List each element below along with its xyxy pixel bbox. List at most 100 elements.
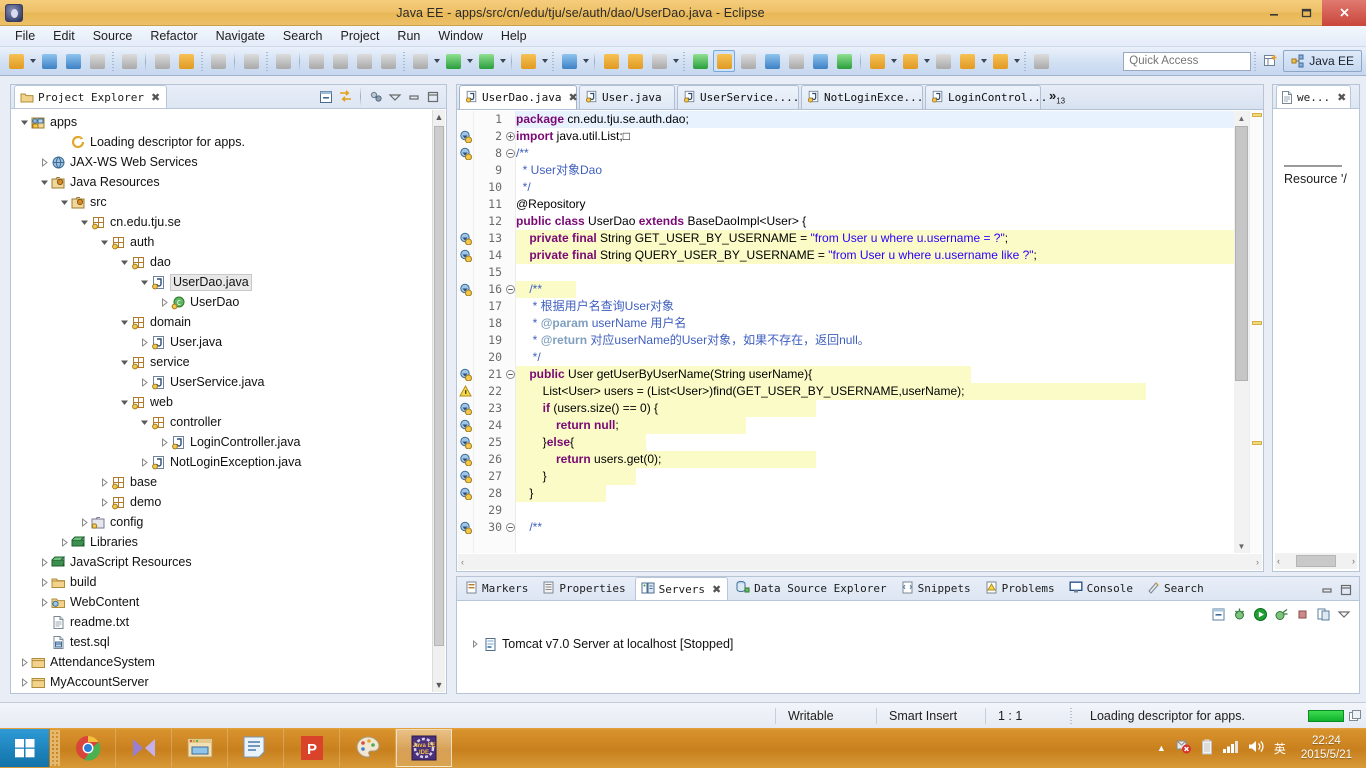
new-java-package-icon[interactable] [207, 50, 229, 72]
show-hidden-icons-icon[interactable]: ▲ [1157, 743, 1166, 753]
code-line[interactable]: */ [516, 179, 1262, 196]
tree-item[interactable]: AttendanceSystem [12, 652, 432, 672]
previous-annotation-icon[interactable] [689, 50, 711, 72]
tree-item[interactable]: auth [12, 232, 432, 252]
overview-marker[interactable] [1252, 321, 1262, 325]
debug-icon[interactable] [409, 50, 431, 72]
expand-arrow-icon[interactable] [159, 437, 170, 448]
menu-navigate[interactable]: Navigate [207, 27, 274, 45]
right-view-horizontal-scrollbar[interactable]: ‹ › [1275, 553, 1357, 569]
search-icon[interactable] [648, 50, 670, 72]
code-line[interactable]: * 根据用户名查询User对象 [516, 298, 1262, 315]
tree-item[interactable]: UserService.java [12, 372, 432, 392]
expand-arrow-icon[interactable] [139, 337, 150, 348]
bottom-tab-search[interactable]: Search [1142, 577, 1210, 600]
tree-item[interactable]: C UserDao [12, 292, 432, 312]
tree-item[interactable]: controller [12, 412, 432, 432]
code-line[interactable]: private final String QUERY_USER_BY_USERN… [516, 247, 1262, 264]
scrollbar-thumb[interactable] [1235, 126, 1248, 381]
expand-arrow-icon[interactable] [39, 597, 50, 608]
collapse-arrow-icon[interactable] [139, 277, 150, 288]
forward-icon[interactable] [989, 50, 1011, 72]
servers-view-body[interactable]: Tomcat v7.0 Server at localhost [Stopped… [458, 602, 1358, 692]
tree-item[interactable]: Libraries [12, 532, 432, 552]
maximize-icon[interactable] [425, 89, 441, 105]
next-edit-location-icon[interactable] [899, 50, 921, 72]
open-type-icon[interactable] [600, 50, 622, 72]
project-explorer-scrollbar[interactable]: ▲ ▼ [432, 110, 445, 692]
terminate-icon[interactable] [353, 50, 375, 72]
previous-edit-location-icon[interactable] [866, 50, 888, 72]
code-line[interactable]: public class UserDao extends BaseDaoImpl… [516, 213, 1262, 230]
view-filter-icon[interactable] [368, 89, 384, 105]
tree-item[interactable]: JavaScript Resources [12, 552, 432, 572]
save-all-icon[interactable] [62, 50, 84, 72]
expand-arrow-icon[interactable] [139, 377, 150, 388]
scroll-up-icon[interactable]: ▲ [433, 110, 445, 124]
project-tree[interactable]: apps Loading descriptor for apps. JAX-WS W… [12, 110, 432, 692]
scroll-left-icon[interactable]: ‹ [461, 557, 464, 567]
open-web-browser-icon[interactable] [809, 50, 831, 72]
pin-editor-icon[interactable] [1030, 50, 1052, 72]
menu-file[interactable]: File [6, 27, 44, 45]
suspend-icon[interactable] [329, 50, 351, 72]
scroll-right-icon[interactable]: › [1256, 557, 1259, 567]
overview-marker[interactable] [1252, 441, 1262, 445]
taskbar-file-explorer-icon[interactable] [172, 729, 228, 767]
code-line[interactable]: /** [516, 281, 1262, 298]
menu-edit[interactable]: Edit [44, 27, 84, 45]
network-error-icon[interactable] [1175, 738, 1192, 758]
tree-item[interactable]: dao [12, 252, 432, 272]
code-line[interactable]: */ [516, 349, 1262, 366]
block-selection-icon[interactable] [761, 50, 783, 72]
scrollbar-thumb[interactable] [434, 126, 444, 646]
expand-arrow-icon[interactable] [468, 640, 482, 648]
tree-item[interactable]: web [12, 392, 432, 412]
toggle-mark-occurrences-icon[interactable] [118, 50, 140, 72]
start-server-icon[interactable] [1252, 606, 1268, 622]
menu-run[interactable]: Run [388, 27, 429, 45]
close-icon[interactable]: ✖ [712, 583, 721, 596]
scroll-up-icon[interactable]: ▲ [1234, 111, 1249, 125]
expand-arrow-icon[interactable] [39, 157, 50, 168]
tree-item[interactable]: readme.txt [12, 612, 432, 632]
menu-refactor[interactable]: Refactor [141, 27, 206, 45]
tree-item[interactable]: Java Resources [12, 172, 432, 192]
expand-arrow-icon[interactable] [79, 517, 90, 528]
editor-tab[interactable]: LoginControl... [925, 85, 1047, 109]
collapse-arrow-icon[interactable] [119, 257, 130, 268]
editor-tab[interactable]: NotLoginExce... [801, 85, 923, 109]
tree-item[interactable]: config [12, 512, 432, 532]
signal-icon[interactable] [1222, 739, 1239, 757]
bottom-tab-properties[interactable]: Properties [537, 577, 631, 600]
taskbar-powerpoint-icon[interactable]: P [284, 729, 340, 767]
run-on-server-icon[interactable] [475, 50, 497, 72]
code-line[interactable]: private final String GET_USER_BY_USERNAM… [516, 230, 1262, 247]
collapse-arrow-icon[interactable] [119, 317, 130, 328]
code-line[interactable]: } [516, 468, 1262, 485]
expand-arrow-icon[interactable] [19, 657, 30, 668]
code-line[interactable]: @Repository [516, 196, 1262, 213]
tab-web-xml[interactable]: we... ✖ [1276, 85, 1352, 108]
view-menu-icon[interactable] [1336, 606, 1352, 622]
chevron-down-icon[interactable] [1012, 52, 1021, 70]
tree-item[interactable]: WebContent [12, 592, 432, 612]
new-spring-bean-icon[interactable] [558, 50, 580, 72]
code-line[interactable]: if (users.size() == 0) { [516, 400, 1262, 417]
tree-item[interactable]: test.sql [12, 632, 432, 652]
battery-icon[interactable] [1201, 739, 1213, 758]
code-editor[interactable]: 1 package cn.edu.tju.se.auth.dao; 2 import … [458, 111, 1262, 553]
server-list-item[interactable]: Tomcat v7.0 Server at localhost [Stopped… [458, 634, 1358, 654]
code-line[interactable]: return null; [516, 417, 1262, 434]
chevron-down-icon[interactable] [28, 52, 37, 70]
print-icon[interactable] [86, 50, 108, 72]
right-view-body[interactable]: Resource '/ ‹ › [1274, 110, 1358, 570]
expand-arrow-icon[interactable] [39, 557, 50, 568]
step-into-icon[interactable] [305, 50, 327, 72]
chevron-down-icon[interactable] [498, 52, 507, 70]
collapse-arrow-icon[interactable] [99, 237, 110, 248]
scroll-left-icon[interactable]: ‹ [1277, 556, 1280, 566]
expand-arrow-icon[interactable] [39, 577, 50, 588]
start-button[interactable] [0, 729, 50, 767]
maximize-icon[interactable] [1338, 582, 1354, 598]
